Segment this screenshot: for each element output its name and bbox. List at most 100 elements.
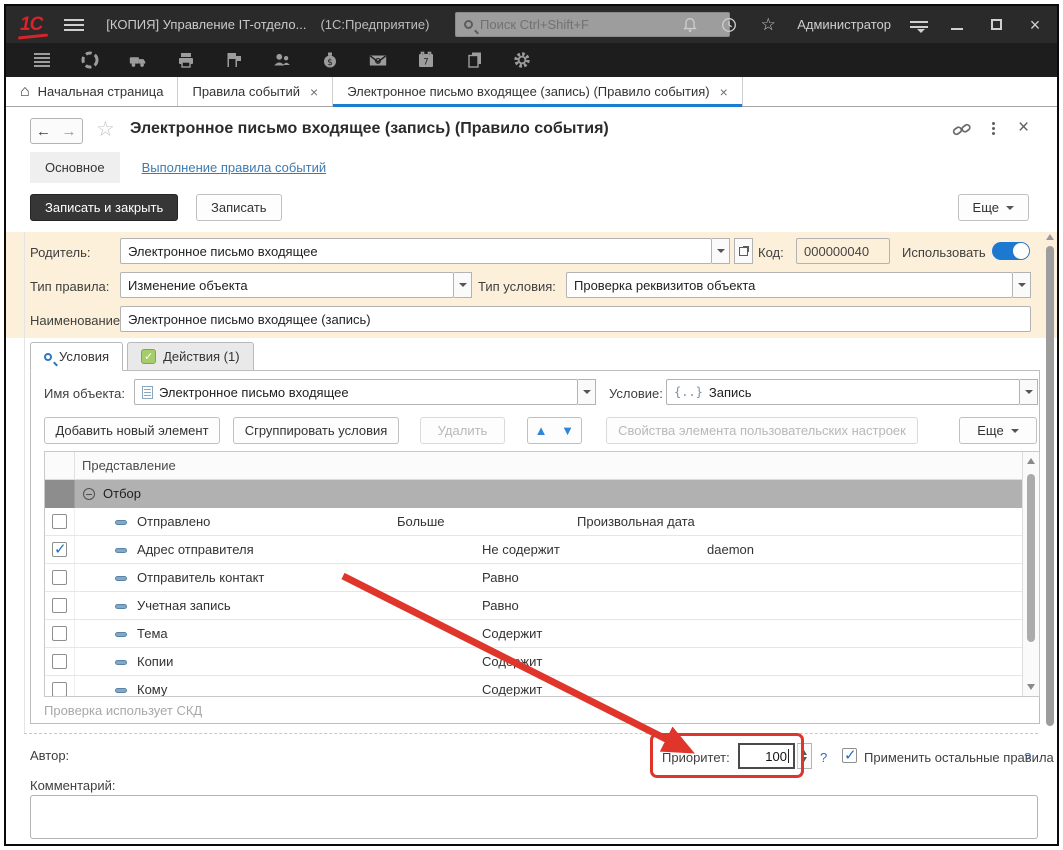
notifications-bell-icon[interactable]	[680, 15, 700, 35]
parent-dropdown-button[interactable]	[712, 238, 730, 264]
object-name-field[interactable]: Электронное письмо входящее	[134, 379, 578, 405]
row-checkbox[interactable]	[52, 654, 67, 669]
get-link-icon[interactable]	[952, 121, 972, 144]
copy-documents-icon[interactable]	[464, 50, 484, 70]
table-row[interactable]: ОтправленоБольшеПроизвольная дата	[45, 508, 1039, 536]
apply-rest-help-link[interactable]: ?	[1024, 750, 1031, 765]
settings-gear-icon[interactable]	[512, 50, 532, 70]
add-favorite-star-icon[interactable]: ☆	[96, 117, 115, 142]
row-checkbox[interactable]	[52, 626, 67, 641]
current-user[interactable]: Администратор	[797, 17, 891, 32]
main-menu-icon[interactable]	[64, 16, 84, 34]
delivery-truck-icon[interactable]	[128, 50, 148, 70]
monitor-icon[interactable]	[80, 50, 100, 70]
condition-field[interactable]: {..} Запись	[666, 379, 1020, 405]
comment-input[interactable]	[30, 795, 1038, 839]
scrollbar-thumb[interactable]	[1027, 474, 1035, 642]
parent-field[interactable]: Электронное письмо входящее	[120, 238, 712, 264]
maximize-icon[interactable]	[986, 15, 1006, 35]
contacts-icon[interactable]	[272, 50, 292, 70]
table-row[interactable]: КопииСодержит	[45, 648, 1039, 676]
tab-conditions[interactable]: Условия	[30, 342, 123, 371]
tab-home[interactable]: ⌂ Начальная страница	[6, 77, 178, 106]
filter-group-row[interactable]: Отбор	[45, 480, 1039, 508]
back-button[interactable]: ←	[30, 118, 57, 144]
history-icon[interactable]	[719, 15, 739, 35]
add-element-button[interactable]: Добавить новый элемент	[44, 417, 220, 444]
forward-button[interactable]: →	[56, 118, 83, 144]
money-icon[interactable]: $	[320, 50, 340, 70]
row-checkbox[interactable]	[52, 682, 67, 697]
table-row[interactable]: Учетная записьРавно	[45, 592, 1039, 620]
table-row[interactable]: КомуСодержит	[45, 676, 1039, 697]
condition-type-field[interactable]: Проверка реквизитов объекта	[566, 272, 1013, 298]
flags-icon[interactable]	[224, 50, 244, 70]
user-settings-properties-button[interactable]: Свойства элемента пользовательских настр…	[606, 417, 918, 444]
tab-label: Электронное письмо входящее (запись) (Пр…	[347, 84, 709, 99]
use-toggle[interactable]	[992, 242, 1030, 260]
scroll-up-icon[interactable]	[1046, 234, 1054, 240]
representation-column-header: Представление	[82, 458, 176, 473]
row-checkbox[interactable]	[52, 514, 67, 529]
move-up-button[interactable]: ▲	[527, 417, 555, 444]
apply-rest-checkbox[interactable]	[842, 748, 857, 763]
form-scrollbar[interactable]	[1044, 232, 1056, 733]
window-title: [КОПИЯ] Управление IT-отдело...	[106, 17, 306, 32]
move-down-button[interactable]: ▼	[554, 417, 582, 444]
collapse-icon[interactable]	[83, 488, 95, 500]
row-checkbox[interactable]	[52, 570, 67, 585]
mail-icon[interactable]	[368, 50, 388, 70]
table-row[interactable]: Адрес отправителяНе содержитdaemon	[45, 536, 1039, 564]
rule-type-dropdown-button[interactable]	[454, 272, 472, 298]
row-checkbox[interactable]	[52, 542, 67, 557]
use-label: Использовать	[902, 245, 986, 260]
priority-help-link[interactable]: ?	[820, 750, 827, 765]
sections-toolbar: $ 7	[6, 43, 1057, 77]
condition-type-dropdown-button[interactable]	[1013, 272, 1031, 298]
tab-label: Начальная страница	[38, 84, 164, 99]
condition-value: daemon	[707, 542, 754, 557]
name-field[interactable]: Электронное письмо входящее (запись)	[120, 306, 1031, 332]
service-menu-icon[interactable]	[910, 18, 928, 32]
priority-spinner[interactable]	[797, 743, 812, 769]
group-conditions-button[interactable]: Сгруппировать условия	[233, 417, 399, 444]
tab-actions[interactable]: ✓ Действия (1)	[127, 342, 253, 371]
document-header: ← → ☆ Электронное письмо входящее (запис…	[6, 108, 1057, 148]
more-actions-icon[interactable]	[992, 120, 996, 137]
rule-type-field[interactable]: Изменение объекта	[120, 272, 454, 298]
favorites-star-icon[interactable]: ☆	[758, 15, 778, 35]
scroll-up-icon[interactable]	[1027, 458, 1035, 464]
close-document-icon[interactable]: ×	[1018, 117, 1029, 139]
delete-button[interactable]: Удалить	[420, 417, 505, 444]
tab-close-icon[interactable]: ×	[720, 84, 728, 100]
parent-open-button[interactable]	[734, 238, 753, 264]
table-row[interactable]: ТемаСодержит	[45, 620, 1039, 648]
object-name-dropdown-button[interactable]	[578, 379, 596, 405]
priority-input[interactable]: 100	[738, 743, 795, 769]
scroll-down-icon[interactable]	[1027, 684, 1035, 690]
spinner-up-icon[interactable]	[801, 750, 807, 755]
tab-close-icon[interactable]: ×	[310, 84, 318, 100]
filter-item-icon	[115, 576, 127, 581]
save-and-close-button[interactable]: Записать и закрыть	[30, 194, 178, 221]
printer-icon[interactable]	[176, 50, 196, 70]
save-button[interactable]: Записать	[196, 194, 282, 221]
condition-value: Произвольная дата	[577, 514, 695, 529]
sections-menu-icon[interactable]	[32, 50, 52, 70]
spinner-down-icon[interactable]	[801, 757, 807, 762]
table-scrollbar[interactable]	[1022, 452, 1039, 696]
nav-main[interactable]: Основное	[30, 152, 120, 183]
condition-dropdown-button[interactable]	[1020, 379, 1038, 405]
tab-event-rule-record[interactable]: Электронное письмо входящее (запись) (Пр…	[333, 77, 743, 106]
minimize-icon[interactable]	[947, 15, 967, 35]
calendar-icon[interactable]: 7	[416, 50, 436, 70]
row-checkbox[interactable]	[52, 598, 67, 613]
tab-event-rules[interactable]: Правила событий ×	[178, 77, 333, 106]
more-button[interactable]: Еще	[958, 194, 1029, 221]
scrollbar-thumb[interactable]	[1046, 246, 1054, 726]
close-window-icon[interactable]: ×	[1025, 15, 1045, 35]
nav-rule-execution-link[interactable]: Выполнение правила событий	[142, 160, 327, 175]
table-more-button[interactable]: Еще	[959, 417, 1037, 444]
search-placeholder: Поиск Ctrl+Shift+F	[480, 17, 589, 32]
table-row[interactable]: Отправитель контактРавно	[45, 564, 1039, 592]
